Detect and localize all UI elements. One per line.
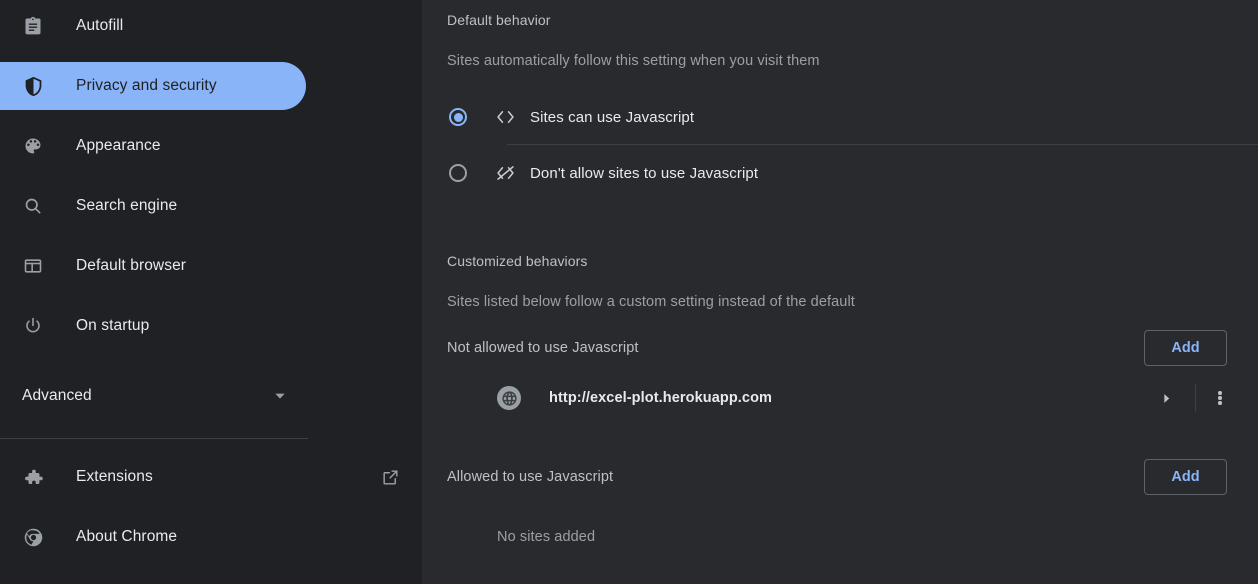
radio-button[interactable]: [449, 164, 467, 182]
shield-icon: [22, 75, 44, 97]
sidebar-item-label: Extensions: [76, 468, 153, 485]
radio-button[interactable]: [449, 108, 467, 126]
radio-option-dont-allow-sites-to-use-javascript[interactable]: Don't allow sites to use Javascript: [447, 145, 1258, 201]
empty-state-message: No sites added: [497, 529, 596, 545]
sidebar-item-appearance[interactable]: Appearance: [0, 122, 422, 170]
sidebar-item-label: Default browser: [76, 257, 187, 274]
clipboard-icon: [22, 15, 44, 37]
radio-option-label: Sites can use Javascript: [530, 108, 695, 126]
sidebar-item-label: About Chrome: [76, 528, 178, 545]
add-button-not-allowed[interactable]: Add: [1144, 330, 1227, 366]
group-label: Not allowed to use Javascript: [447, 340, 639, 356]
radio-option-label: Don't allow sites to use Javascript: [530, 164, 759, 182]
sidebar-divider: [0, 438, 308, 439]
group-header-not-allowed: Not allowed to use Javascript Add: [447, 322, 1258, 374]
site-url-label: http://excel-plot.herokuapp.com: [549, 390, 773, 406]
group-label: Allowed to use Javascript: [447, 469, 614, 485]
settings-content: Default behavior Sites automatically fol…: [423, 0, 1258, 584]
default-behavior-description: Sites automatically follow this setting …: [447, 53, 820, 69]
external-link-icon[interactable]: [381, 468, 400, 487]
sidebar-item-autofill[interactable]: Autofill: [0, 2, 422, 50]
sidebar-item-label: Privacy and security: [76, 77, 217, 94]
sidebar-item-privacy-and-security[interactable]: Privacy and security: [0, 62, 306, 110]
sidebar-item-default-browser[interactable]: Default browser: [0, 242, 422, 290]
settings-page: Autofill Privacy and security Appearance: [0, 0, 1258, 584]
sidebar-item-label: On startup: [76, 317, 150, 334]
puzzle-piece-icon: [22, 466, 44, 488]
add-button-allowed[interactable]: Add: [1144, 459, 1227, 495]
sidebar-item-search-engine[interactable]: Search engine: [0, 182, 422, 230]
chevron-down-icon: [272, 388, 288, 404]
customized-behaviors-title: Customized behaviors: [447, 253, 588, 269]
code-brackets-blocked-icon: [494, 162, 516, 184]
sidebar-advanced-toggle[interactable]: Advanced: [0, 372, 306, 420]
chrome-logo-icon: [22, 526, 44, 548]
power-icon: [22, 315, 44, 337]
group-header-allowed: Allowed to use Javascript Add: [447, 451, 1258, 503]
search-icon: [22, 195, 44, 217]
radio-option-sites-can-use-javascript[interactable]: Sites can use Javascript: [447, 89, 1258, 145]
sidebar-item-label: Appearance: [76, 137, 161, 154]
sidebar-item-about-chrome[interactable]: About Chrome: [0, 513, 422, 561]
default-behavior-title: Default behavior: [447, 12, 551, 28]
sidebar-item-on-startup[interactable]: On startup: [0, 302, 422, 350]
sidebar-item-label: Search engine: [76, 197, 178, 214]
sidebar-advanced-label: Advanced: [22, 387, 92, 404]
code-brackets-icon: [494, 106, 516, 128]
browser-window-icon: [22, 255, 44, 277]
sidebar-item-extensions[interactable]: Extensions: [0, 453, 422, 501]
palette-icon: [22, 135, 44, 157]
customized-behaviors-description: Sites listed below follow a custom setti…: [447, 294, 855, 310]
settings-sidebar: Autofill Privacy and security Appearance: [0, 0, 423, 584]
globe-icon: [497, 386, 521, 410]
kebab-menu-icon[interactable]: [1196, 390, 1244, 407]
chevron-right-icon[interactable]: [1160, 392, 1195, 405]
table-row[interactable]: http://excel-plot.herokuapp.com: [447, 374, 1258, 422]
sidebar-item-label: Autofill: [76, 17, 124, 34]
